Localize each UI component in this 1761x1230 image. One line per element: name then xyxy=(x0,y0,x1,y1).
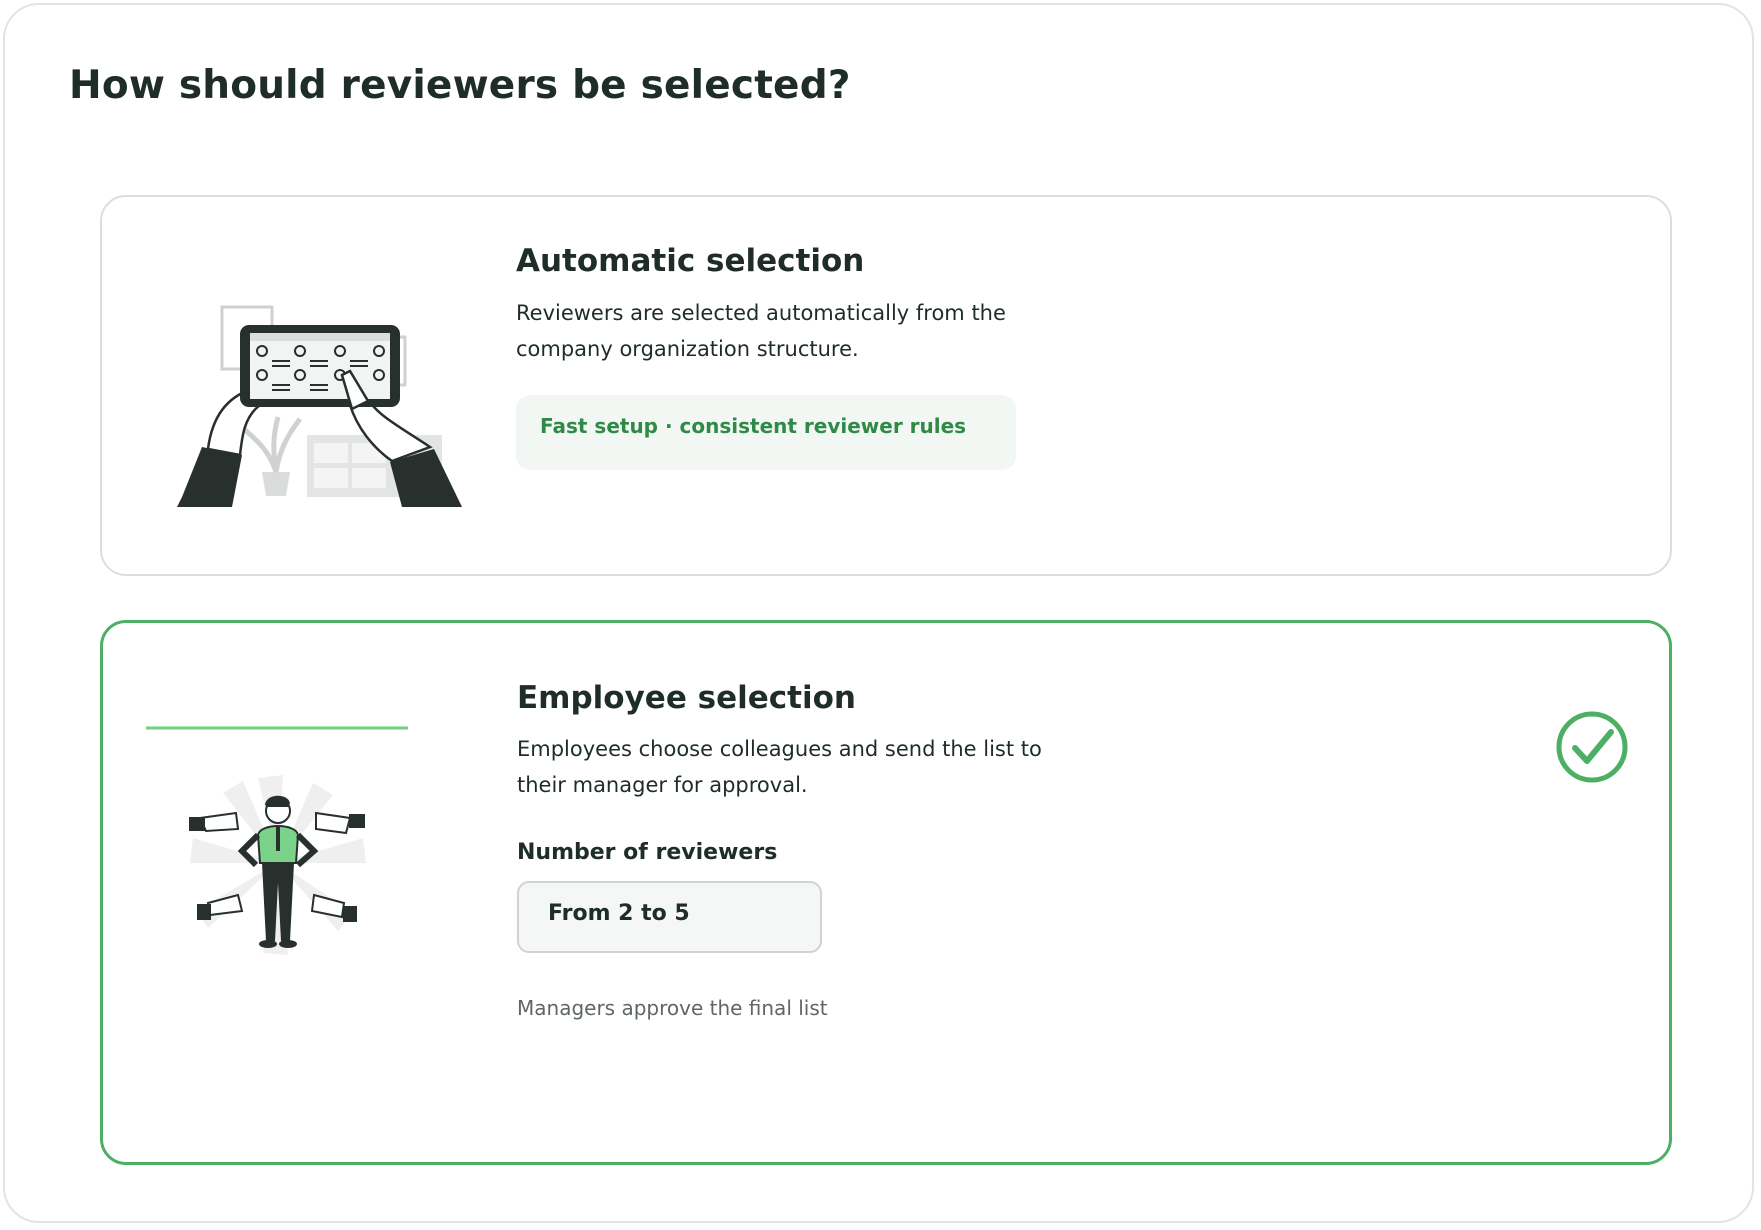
option-description-employee: Employees choose colleagues and send the… xyxy=(517,737,1042,797)
page-title: How should reviewers be selected? xyxy=(69,63,851,108)
tablet-org-chart-illustration xyxy=(177,305,462,507)
option-description-automatic: Reviewers are selected automatically fro… xyxy=(516,301,1006,361)
option-title-automatic: Automatic selection xyxy=(516,243,865,279)
option-card-automatic[interactable]: Automatic selection Reviewers are select… xyxy=(100,195,1672,576)
approval-hint: Managers approve the final list xyxy=(517,996,828,1020)
option-tag-automatic: Fast setup · consistent reviewer rules xyxy=(516,395,1016,470)
option-card-employee[interactable]: Employee selection Employees choose coll… xyxy=(100,620,1672,1165)
dialog-frame: How should reviewers be selected? Automa… xyxy=(3,3,1754,1223)
reviewers-count-label: Number of reviewers xyxy=(517,840,778,865)
reviewers-count-select[interactable]: From 2 to 5 xyxy=(517,881,822,953)
check-circle-icon xyxy=(1556,711,1628,783)
option-title-employee: Employee selection xyxy=(517,680,856,716)
man-with-thumbs-up-illustration xyxy=(146,726,408,955)
